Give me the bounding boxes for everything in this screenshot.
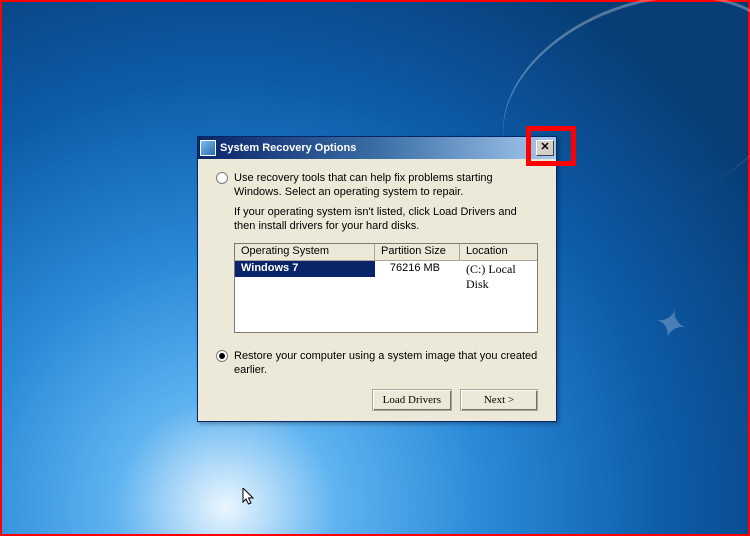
radio-system-image[interactable] bbox=[216, 350, 228, 362]
header-os[interactable]: Operating System bbox=[235, 244, 375, 260]
dialog-content: Use recovery tools that can help fix pro… bbox=[198, 159, 556, 421]
desktop-background: ✦ System Recovery Options ✕ Use recovery… bbox=[0, 0, 750, 536]
header-partition-size[interactable]: Partition Size bbox=[375, 244, 460, 260]
cell-os: Windows 7 bbox=[235, 261, 375, 277]
dialog-titlebar: System Recovery Options ✕ bbox=[198, 137, 556, 159]
system-recovery-dialog: System Recovery Options ✕ Use recovery t… bbox=[197, 136, 557, 422]
dialog-icon bbox=[200, 140, 216, 156]
dialog-title: System Recovery Options bbox=[220, 142, 536, 154]
radio-recovery-tools[interactable] bbox=[216, 172, 228, 184]
option1-hint: If your operating system isn't listed, c… bbox=[234, 205, 538, 233]
header-location[interactable]: Location bbox=[460, 244, 537, 260]
red-highlight-annotation bbox=[526, 126, 576, 166]
option2-label: Restore your computer using a system ima… bbox=[234, 349, 538, 377]
option1-label: Use recovery tools that can help fix pro… bbox=[234, 171, 538, 199]
cell-partition-size: 76216 MB bbox=[375, 261, 460, 277]
list-header: Operating System Partition Size Location bbox=[235, 244, 537, 261]
option-system-image: Restore your computer using a system ima… bbox=[216, 349, 538, 377]
load-drivers-button[interactable]: Load Drivers bbox=[372, 389, 452, 411]
background-leaf: ✦ bbox=[649, 298, 693, 351]
button-row: Load Drivers Next > bbox=[216, 389, 538, 411]
os-list: Operating System Partition Size Location… bbox=[234, 243, 538, 333]
mouse-cursor-icon bbox=[242, 488, 256, 508]
option-recovery-tools: Use recovery tools that can help fix pro… bbox=[216, 171, 538, 199]
next-button[interactable]: Next > bbox=[460, 389, 538, 411]
cell-location: (C:) Local Disk bbox=[460, 261, 537, 277]
table-row[interactable]: Windows 7 76216 MB (C:) Local Disk bbox=[235, 261, 537, 277]
